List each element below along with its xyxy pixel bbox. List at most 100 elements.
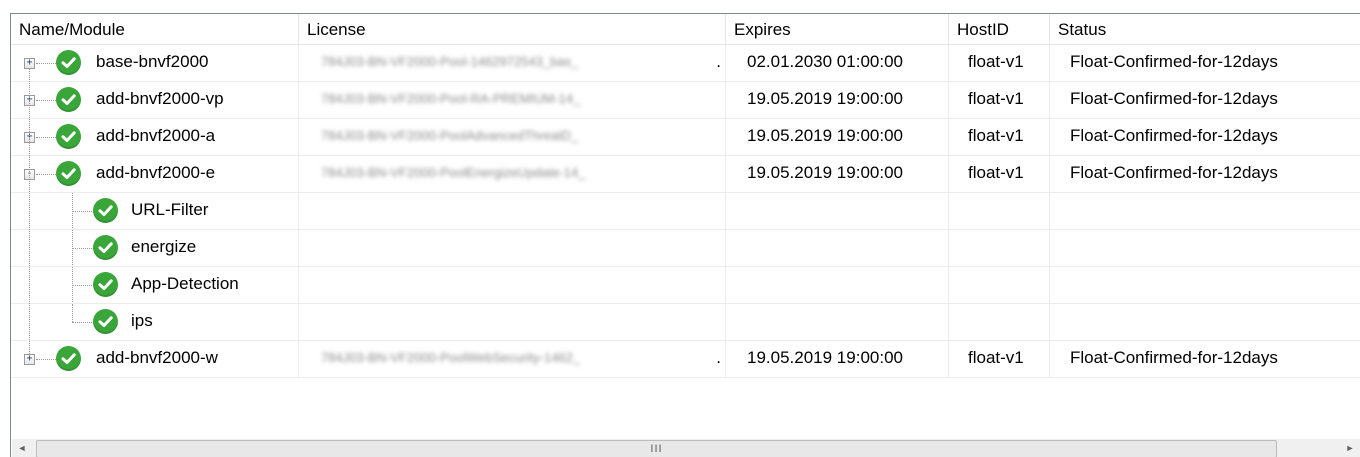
scroll-left-arrow-icon[interactable]: ◄ (12, 439, 32, 457)
name-cell: - add-bnvf2000-e (11, 156, 299, 192)
table-row[interactable]: + add-bnvf2000-w 784J03-BN-VF2000-PoolWebS… (11, 341, 1360, 378)
submodule-name: energize (131, 237, 197, 256)
table-row-child[interactable]: ips (11, 304, 1360, 341)
hostid-cell-text: float-v1 (968, 126, 1024, 145)
status-cell: Float-Confirmed-for-12days (1050, 45, 1360, 81)
expires-cell-text: 19.05.2019 19:00:00 (747, 348, 903, 367)
scroll-right-arrow-icon[interactable]: ► (1340, 439, 1360, 457)
empty-cell (726, 267, 949, 303)
empty-cell (726, 304, 949, 340)
check-icon (56, 50, 81, 75)
scrollbar-thumb[interactable]: III (36, 440, 1277, 457)
table-row-child[interactable]: energize (11, 230, 1360, 267)
empty-cell (1050, 193, 1360, 229)
license-key-redacted: 784J03-BN-VF2000-PoolWebSecurity-1462_ (321, 350, 581, 365)
expires-cell-text: 19.05.2019 19:00:00 (747, 126, 903, 145)
hostid-cell: float-v1 (949, 82, 1050, 118)
license-ellipsis: . (716, 52, 721, 71)
column-header-status[interactable]: Status (1050, 14, 1360, 44)
empty-cell (299, 230, 726, 266)
table-row-child[interactable]: App-Detection (11, 267, 1360, 304)
table-row[interactable]: + base-bnvf2000 784J03-BN-VF2000-Pool-1462… (11, 45, 1360, 82)
status-cell: Float-Confirmed-for-12days (1050, 156, 1360, 192)
check-icon (93, 309, 118, 334)
empty-cell (726, 230, 949, 266)
empty-cell (726, 193, 949, 229)
tree-connector-line (36, 174, 56, 175)
module-name: add-bnvf2000-vp (96, 89, 224, 108)
tree-connector-line (72, 322, 94, 323)
check-icon (93, 198, 118, 223)
license-key-redacted: 784J03-BN-VF2000-Pool-RA-PREMIUM-14_ (321, 91, 581, 106)
empty-cell (299, 304, 726, 340)
name-cell: + base-bnvf2000 (11, 45, 299, 81)
hostid-cell: float-v1 (949, 45, 1050, 81)
empty-cell (1050, 267, 1360, 303)
check-icon (93, 272, 118, 297)
empty-cell (299, 193, 726, 229)
tree-connector-line (36, 100, 56, 101)
hostid-cell: float-v1 (949, 156, 1050, 192)
tree-connector-line (72, 211, 94, 212)
table-row[interactable]: + add-bnvf2000-vp 784J03-BN-VF2000-Pool-RA… (11, 82, 1360, 119)
empty-cell (949, 304, 1050, 340)
submodule-name: App-Detection (131, 274, 239, 293)
tree-root-line (29, 68, 30, 354)
column-header-license[interactable]: License (299, 14, 726, 44)
check-icon (56, 124, 81, 149)
tree-connector-line (36, 359, 56, 360)
name-cell: URL-Filter (11, 193, 299, 229)
license-cell: 784J03-BN-VF2000-PoolAdvancedThreatD_ (299, 119, 726, 155)
tree-connector-line (36, 63, 56, 64)
expires-cell-text: 02.01.2030 01:00:00 (747, 52, 903, 71)
license-key-redacted: 784J03-BN-VF2000-PoolAdvancedThreatD_ (321, 128, 579, 143)
table-row[interactable]: - add-bnvf2000-e 784J03-BN-VF2000-PoolEner… (11, 156, 1360, 193)
expires-cell: 19.05.2019 19:00:00 (726, 119, 949, 155)
expand-icon[interactable]: + (24, 354, 35, 365)
empty-cell (1050, 304, 1360, 340)
column-header-hostid[interactable]: HostID (949, 14, 1050, 44)
scrollbar-grip-icon: III (650, 443, 663, 455)
tree-connector-line (72, 248, 94, 249)
module-name: base-bnvf2000 (96, 52, 209, 71)
status-cell: Float-Confirmed-for-12days (1050, 119, 1360, 155)
license-cell: 784J03-BN-VF2000-PoolEnergizeUpdate-14_ (299, 156, 726, 192)
status-cell-text: Float-Confirmed-for-12days (1070, 348, 1278, 367)
name-cell: + add-bnvf2000-a (11, 119, 299, 155)
hostid-cell: float-v1 (949, 341, 1050, 377)
empty-cell (949, 193, 1050, 229)
license-key-redacted: 784J03-BN-VF2000-PoolEnergizeUpdate-14_ (321, 165, 586, 180)
status-cell-text: Float-Confirmed-for-12days (1070, 126, 1278, 145)
license-cell: 784J03-BN-VF2000-Pool-RA-PREMIUM-14_ (299, 82, 726, 118)
license-key-redacted: 784J03-BN-VF2000-Pool-1462972543_bas_ (321, 54, 579, 69)
table-row[interactable]: + add-bnvf2000-a 784J03-BN-VF2000-PoolAdva… (11, 119, 1360, 156)
module-name: add-bnvf2000-a (96, 126, 216, 145)
submodule-name: ips (131, 311, 153, 330)
check-icon (56, 346, 81, 371)
status-cell: Float-Confirmed-for-12days (1050, 82, 1360, 118)
empty-cell (949, 230, 1050, 266)
column-header-expires[interactable]: Expires (726, 14, 949, 44)
column-header-row: Name/Module License Expires HostID Statu… (11, 14, 1360, 45)
name-cell: App-Detection (11, 267, 299, 303)
expires-cell: 02.01.2030 01:00:00 (726, 45, 949, 81)
column-header-name[interactable]: Name/Module (11, 14, 299, 44)
check-icon (56, 87, 81, 112)
expires-cell-text: 19.05.2019 19:00:00 (747, 163, 903, 182)
horizontal-scrollbar[interactable]: ◄ III ► (12, 439, 1360, 457)
module-name: add-bnvf2000-e (96, 163, 216, 182)
hostid-cell-text: float-v1 (968, 52, 1024, 71)
license-cell: 784J03-BN-VF2000-PoolWebSecurity-1462_. (299, 341, 726, 377)
module-name: add-bnvf2000-w (96, 348, 218, 367)
check-icon (93, 235, 118, 260)
tree-connector-line (72, 285, 94, 286)
hostid-cell-text: float-v1 (968, 89, 1024, 108)
license-ellipsis: . (716, 348, 721, 367)
tree-connector-line (36, 137, 56, 138)
status-cell-text: Float-Confirmed-for-12days (1070, 52, 1278, 71)
empty-cell (1050, 230, 1360, 266)
license-tree-list[interactable]: Name/Module License Expires HostID Statu… (10, 13, 1360, 457)
table-row-child[interactable]: URL-Filter (11, 193, 1360, 230)
name-cell: energize (11, 230, 299, 266)
expires-cell: 19.05.2019 19:00:00 (726, 82, 949, 118)
